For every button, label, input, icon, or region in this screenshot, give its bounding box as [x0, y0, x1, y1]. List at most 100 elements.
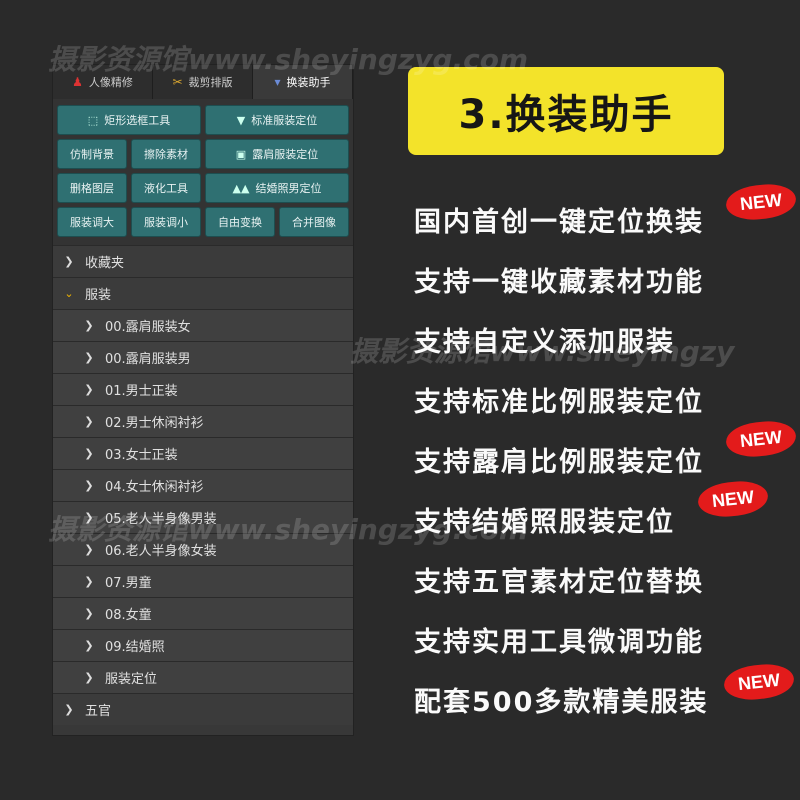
off-shoulder-position-button[interactable]: ▣ 露肩服装定位 — [205, 139, 349, 169]
standard-suit-position-button[interactable]: ▼ 标准服装定位 — [205, 105, 349, 135]
tree-item[interactable]: ❯ 09.结婚照 — [53, 629, 353, 661]
clone-background-button[interactable]: 仿制背景 — [57, 139, 127, 169]
free-transform-button[interactable]: 自由变换 — [205, 207, 275, 237]
button-label: 仿制背景 — [70, 148, 114, 161]
new-badge: NEW — [722, 661, 796, 703]
section-title-badge: 3.换装助手 — [408, 67, 724, 155]
tree-label: 收藏夹 — [85, 256, 125, 271]
enlarge-clothing-button[interactable]: 服装调大 — [57, 207, 127, 237]
chevron-right-icon: ❯ — [84, 415, 94, 428]
dress-icon: ▣ — [235, 147, 247, 161]
clothing-assistant-panel: ♟ 人像精修 ✂ 裁剪排版 ▾ 换装助手 ⬚ 矩形选框工具 ▼ 标准服装定位 仿… — [52, 64, 354, 736]
tree-label: 服装 — [85, 288, 112, 303]
tree-item[interactable]: ❯ 03.女士正装 — [53, 437, 353, 469]
chevron-right-icon: ❯ — [84, 447, 94, 460]
chevron-right-icon: ❯ — [84, 543, 94, 556]
tree-label: 07.男童 — [105, 576, 152, 591]
button-label: 液化工具 — [144, 182, 188, 195]
marquee-icon: ⬚ — [87, 113, 99, 127]
tab-portrait-retouch[interactable]: ♟ 人像精修 — [53, 65, 153, 99]
erase-material-button[interactable]: 擦除素材 — [131, 139, 201, 169]
tab-crop-layout[interactable]: ✂ 裁剪排版 — [153, 65, 253, 99]
feature-item: 支持五官素材定位替换 — [414, 567, 704, 598]
tree-label: 05.老人半身像男装 — [105, 512, 217, 527]
chevron-right-icon: ❯ — [84, 351, 94, 364]
new-badge: NEW — [724, 418, 798, 460]
button-label: 标准服装定位 — [251, 114, 318, 127]
tree-label: 五官 — [85, 704, 112, 719]
new-badge: NEW — [724, 181, 798, 223]
tab-label: 人像精修 — [88, 76, 133, 89]
tree-label: 00.露肩服装男 — [105, 352, 191, 367]
scissors-icon: ✂ — [172, 75, 183, 89]
chevron-right-icon: ❯ — [64, 255, 74, 268]
section-title: 3.换装助手 — [458, 92, 674, 138]
chevron-right-icon: ❯ — [64, 703, 74, 716]
button-label: 自由变换 — [218, 216, 262, 229]
tree-label: 01.男士正装 — [105, 384, 178, 399]
tool-buttons: ⬚ 矩形选框工具 ▼ 标准服装定位 仿制背景 擦除素材 ▣ 露肩服装定位 删格图… — [53, 99, 353, 245]
tree-label: 02.男士休闲衬衫 — [105, 416, 204, 431]
tree-folder-features[interactable]: ❯ 五官 — [53, 693, 353, 725]
new-badge: NEW — [696, 478, 770, 520]
tree-item[interactable]: ❯ 服装定位 — [53, 661, 353, 693]
tree-item[interactable]: ❯ 04.女士休闲衬衫 — [53, 469, 353, 501]
button-label: 露肩服装定位 — [252, 148, 319, 161]
button-label: 删格图层 — [70, 182, 114, 195]
asset-tree: ❯ 收藏夹 ⌄ 服装 ❯ 00.露肩服装女 ❯ 00.露肩服装男 ❯ 01.男士正装 … — [53, 245, 353, 725]
panel-tabs: ♟ 人像精修 ✂ 裁剪排版 ▾ 换装助手 — [53, 65, 353, 99]
tree-item[interactable]: ❯ 01.男士正装 — [53, 373, 353, 405]
tree-item[interactable]: ❯ 08.女童 — [53, 597, 353, 629]
tab-label: 裁剪排版 — [188, 76, 233, 89]
suit-icon: ▾ — [274, 75, 281, 89]
wedding-photo-position-button[interactable]: ▲▲ 结婚照男定位 — [205, 173, 349, 203]
chevron-right-icon: ❯ — [84, 639, 94, 652]
chevron-right-icon: ❯ — [84, 319, 94, 332]
chevron-down-icon: ⌄ — [64, 287, 74, 300]
feature-item: 支持自定义添加服装 — [414, 327, 675, 358]
button-label: 合并图像 — [292, 216, 336, 229]
rect-marquee-button[interactable]: ⬚ 矩形选框工具 — [57, 105, 201, 135]
tab-label: 换装助手 — [286, 76, 331, 89]
rasterize-layer-button[interactable]: 删格图层 — [57, 173, 127, 203]
tree-item[interactable]: ❯ 05.老人半身像男装 — [53, 501, 353, 533]
wedding-suit-icon: ▲▲ — [232, 181, 250, 195]
chevron-right-icon: ❯ — [84, 479, 94, 492]
portrait-icon: ♟ — [72, 75, 83, 89]
feature-item: 支持标准比例服装定位 — [414, 387, 704, 418]
tree-item[interactable]: ❯ 00.露肩服装女 — [53, 309, 353, 341]
feature-item: 支持露肩比例服装定位 — [414, 447, 704, 478]
liquify-tool-button[interactable]: 液化工具 — [131, 173, 201, 203]
feature-item: 支持一键收藏素材功能 — [414, 267, 704, 298]
shrink-clothing-button[interactable]: 服装调小 — [131, 207, 201, 237]
tree-item[interactable]: ❯ 06.老人半身像女装 — [53, 533, 353, 565]
feature-item: 国内首创一键定位换装 — [414, 207, 704, 238]
chevron-right-icon: ❯ — [84, 511, 94, 524]
feature-item: 支持结婚照服装定位 — [414, 507, 675, 538]
tree-label: 04.女士休闲衬衫 — [105, 480, 204, 495]
tree-item[interactable]: ❯ 07.男童 — [53, 565, 353, 597]
button-label: 服装调小 — [144, 216, 188, 229]
button-label: 结婚照男定位 — [255, 182, 322, 195]
suit-icon: ▼ — [236, 113, 246, 127]
tree-folder-favorites[interactable]: ❯ 收藏夹 — [53, 245, 353, 277]
tree-item[interactable]: ❯ 02.男士休闲衬衫 — [53, 405, 353, 437]
tree-label: 00.露肩服装女 — [105, 320, 191, 335]
tree-label: 08.女童 — [105, 608, 152, 623]
tree-label: 服装定位 — [105, 672, 158, 687]
tab-clothing-assistant[interactable]: ▾ 换装助手 — [253, 65, 353, 99]
tree-label: 03.女士正装 — [105, 448, 178, 463]
chevron-right-icon: ❯ — [84, 607, 94, 620]
chevron-right-icon: ❯ — [84, 575, 94, 588]
tree-label: 09.结婚照 — [105, 640, 165, 655]
feature-item: 配套500多款精美服装 — [414, 687, 709, 718]
chevron-right-icon: ❯ — [84, 671, 94, 684]
merge-image-button[interactable]: 合并图像 — [279, 207, 349, 237]
tree-folder-clothing[interactable]: ⌄ 服装 — [53, 277, 353, 309]
button-label: 矩形选框工具 — [104, 114, 171, 127]
feature-item: 支持实用工具微调功能 — [414, 627, 704, 658]
button-label: 擦除素材 — [144, 148, 188, 161]
tree-item[interactable]: ❯ 00.露肩服装男 — [53, 341, 353, 373]
tree-label: 06.老人半身像女装 — [105, 544, 217, 559]
chevron-right-icon: ❯ — [84, 383, 94, 396]
